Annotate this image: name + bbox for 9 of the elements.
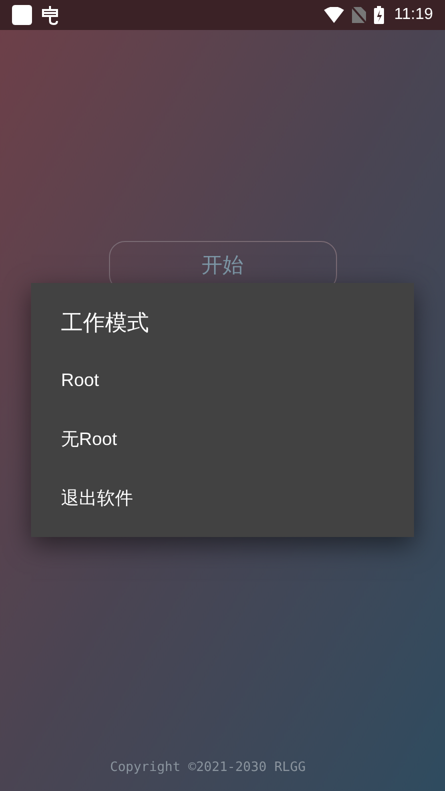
battery-charging-icon xyxy=(374,6,384,24)
clock: 11:19 xyxy=(394,5,433,25)
copyright-text: Copyright ©2021-2030 RLGG xyxy=(110,760,306,775)
wifi-icon xyxy=(324,7,344,23)
dialog-title: 工作模式 xyxy=(60,309,150,337)
dialog-option[interactable]: 退出软件 xyxy=(31,469,414,528)
no-sim-icon xyxy=(352,7,366,23)
dialog-option[interactable]: Root xyxy=(31,351,414,410)
dialog-option[interactable]: 无Root xyxy=(31,410,414,469)
